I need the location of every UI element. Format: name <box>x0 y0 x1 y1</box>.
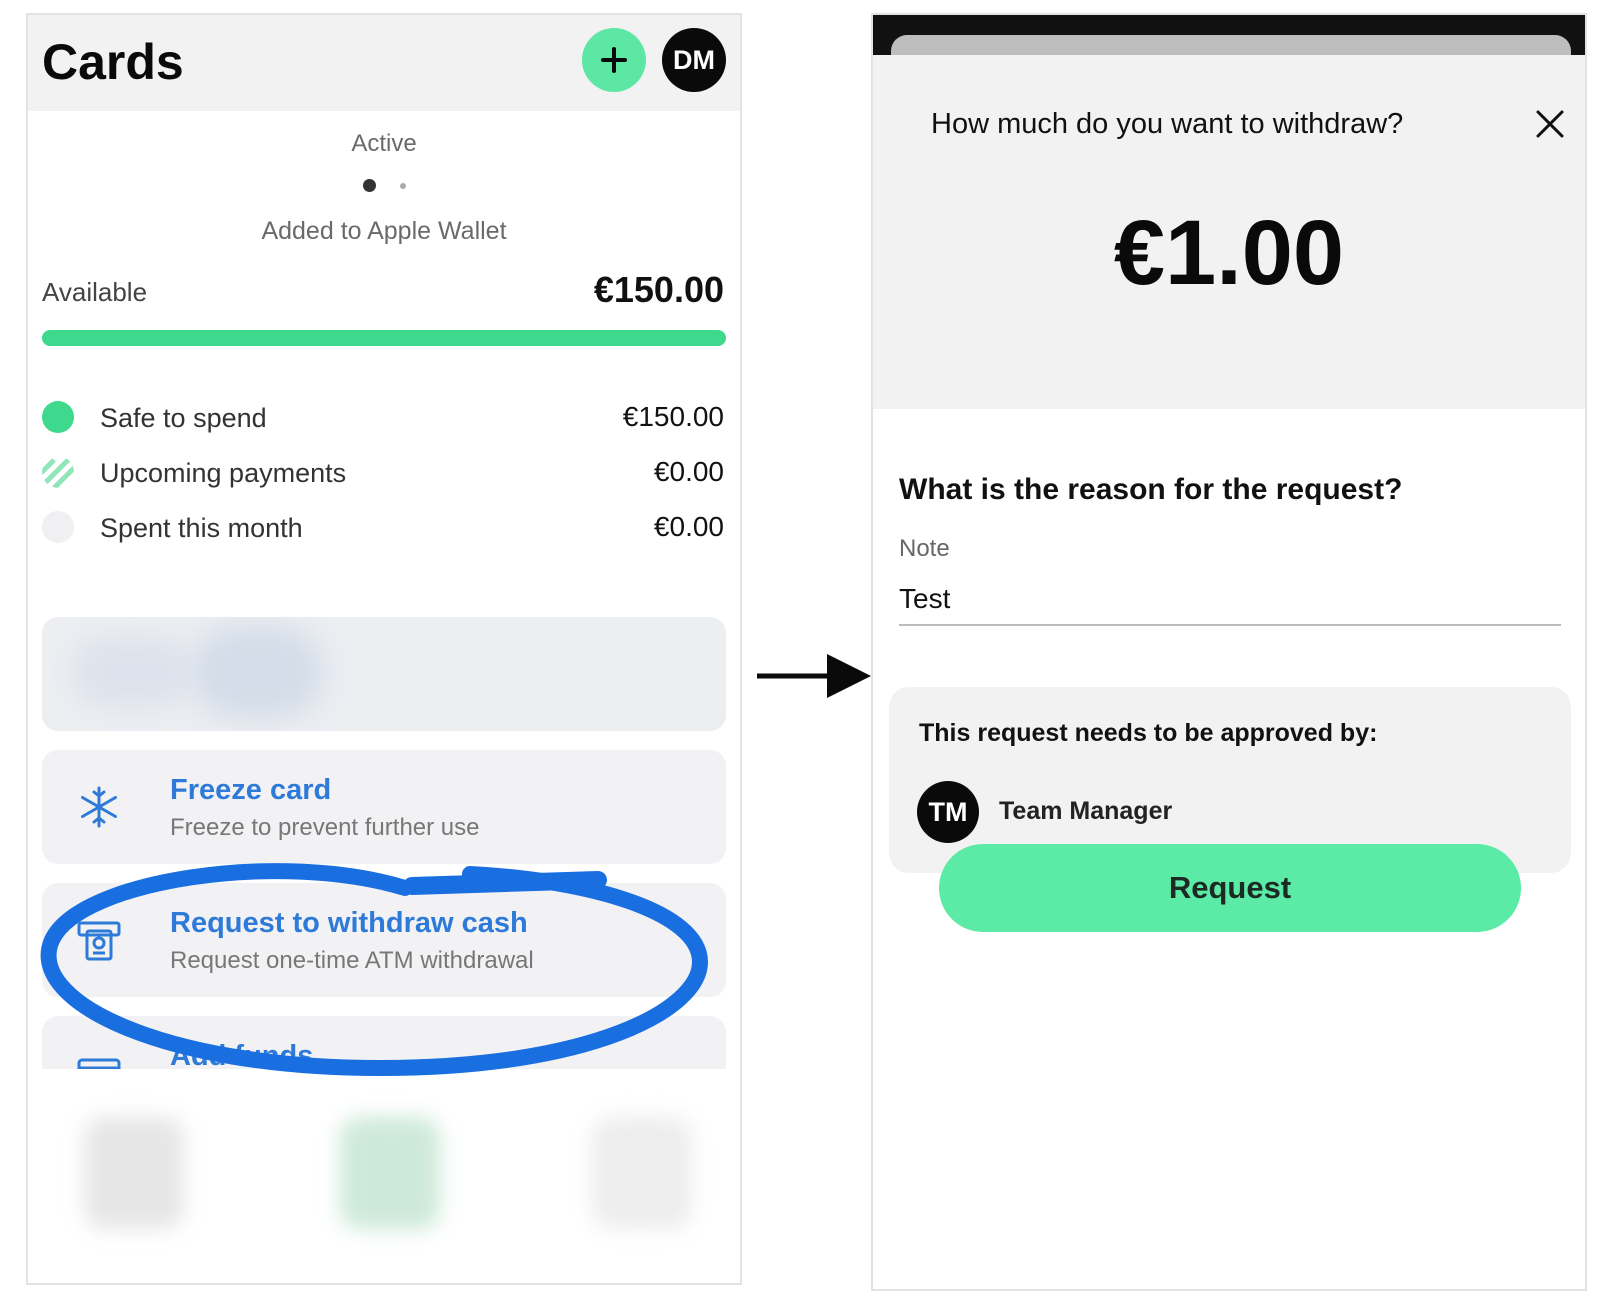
cards-header: Cards DM <box>28 15 740 111</box>
legend-value: €0.00 <box>653 456 724 487</box>
pager-dot-active[interactable] <box>362 179 376 192</box>
legend-value: €150.00 <box>622 401 724 432</box>
arrow-right-icon <box>757 654 871 698</box>
approval-title: This request needs to be approved by: <box>919 719 1378 747</box>
freeze-card-action[interactable]: Freeze card Freeze to prevent further us… <box>42 750 726 864</box>
snowflake-icon <box>81 786 117 828</box>
note-underline <box>899 624 1561 626</box>
withdraw-amount[interactable]: €1.00 <box>873 201 1585 306</box>
blur-shape <box>192 627 322 717</box>
wallet-status: Added to Apple Wallet <box>261 217 507 245</box>
note-label: Note <box>899 535 950 562</box>
pager-dot[interactable] <box>399 182 406 189</box>
plus-icon <box>601 47 627 73</box>
striped-dot-icon <box>42 456 74 488</box>
approver-avatar: TM <box>917 781 979 843</box>
action-subtitle: Freeze to prevent further use <box>170 814 480 841</box>
tab-item-blurred[interactable] <box>592 1117 692 1229</box>
amount-header: How much do you want to withdraw? €1.00 <box>873 55 1585 409</box>
action-subtitle: Request one-time ATM withdrawal <box>170 947 534 974</box>
request-withdraw-cash-action[interactable]: Request to withdraw cash Request one-tim… <box>42 883 726 997</box>
legend-label: Safe to spend <box>100 403 267 433</box>
legend-label: Spent this month <box>100 513 303 543</box>
available-progress-bar <box>42 330 726 346</box>
page-title: Cards <box>42 34 184 90</box>
withdraw-question: How much do you want to withdraw? <box>931 108 1404 140</box>
legend-value: €0.00 <box>653 511 724 542</box>
action-title: Request to withdraw cash <box>170 907 528 939</box>
withdraw-request-screen: How much do you want to withdraw? €1.00 … <box>871 13 1587 1291</box>
atm-cash-icon <box>77 921 121 961</box>
legend-row-safe-to-spend: Safe to spend €150.00 <box>42 397 726 437</box>
tab-item-blurred[interactable] <box>84 1117 184 1229</box>
blurred-card-info <box>42 617 726 731</box>
available-progress-fill <box>42 330 726 346</box>
add-card-button[interactable] <box>582 28 646 92</box>
card-pager[interactable] <box>28 179 740 192</box>
legend-label: Upcoming payments <box>100 458 347 488</box>
available-value: €150.00 <box>593 269 724 310</box>
card-status: Active <box>351 130 417 157</box>
bottom-tab-bar <box>28 1069 740 1283</box>
available-label: Available <box>42 277 148 307</box>
reason-question: What is the reason for the request? <box>899 473 1403 506</box>
tab-item-blurred-active[interactable] <box>340 1117 440 1229</box>
note-field[interactable]: Test <box>899 583 950 615</box>
request-button[interactable]: Request <box>939 844 1521 932</box>
action-title: Freeze card <box>170 774 332 806</box>
cards-screen: Cards DM Active Added to Apple Wallet Av… <box>26 13 742 1285</box>
user-avatar[interactable]: DM <box>662 28 726 92</box>
legend-row-spent-this-month: Spent this month €0.00 <box>42 507 726 547</box>
blur-shape <box>72 637 192 707</box>
spent-dot <box>42 511 74 543</box>
legend-row-upcoming-payments: Upcoming payments €0.00 <box>42 452 726 492</box>
safe-to-spend-dot <box>42 401 74 433</box>
close-icon[interactable] <box>1531 105 1569 143</box>
approver-name: Team Manager <box>999 797 1173 825</box>
